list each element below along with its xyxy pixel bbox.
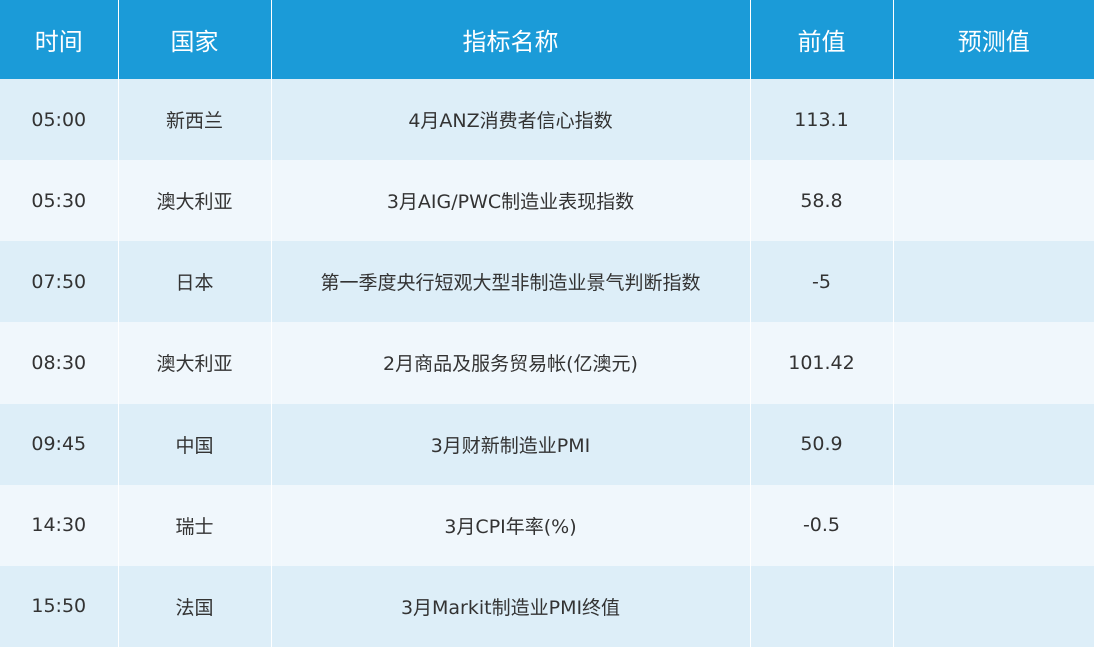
cell-forecast <box>892 241 1094 323</box>
cell-previous: 113.1 <box>749 79 893 161</box>
cell-indicator: 3月CPI年率(%) <box>270 484 750 566</box>
cell-time: 15:50 <box>0 565 118 647</box>
table-row: 14:30 瑞士 3月CPI年率(%) -0.5 <box>0 484 1094 566</box>
cell-country: 瑞士 <box>117 484 271 566</box>
cell-previous <box>749 565 893 647</box>
header-country: 国家 <box>117 0 271 79</box>
cell-time: 05:30 <box>0 160 118 242</box>
cell-indicator: 2月商品及服务贸易帐(亿澳元) <box>270 322 750 404</box>
cell-indicator: 第一季度央行短观大型非制造业景气判断指数 <box>270 241 750 323</box>
cell-forecast <box>892 79 1094 161</box>
cell-forecast <box>892 160 1094 242</box>
cell-indicator: 4月ANZ消费者信心指数 <box>270 79 750 161</box>
cell-country: 新西兰 <box>117 79 271 161</box>
table-row: 15:50 法国 3月Markit制造业PMI终值 <box>0 565 1094 647</box>
header-time: 时间 <box>0 0 118 79</box>
cell-previous: -5 <box>749 241 893 323</box>
table-row: 05:30 澳大利亚 3月AIG/PWC制造业表现指数 58.8 <box>0 160 1094 242</box>
cell-previous: 101.42 <box>749 322 893 404</box>
header-previous-value: 前值 <box>749 0 893 79</box>
cell-forecast <box>892 565 1094 647</box>
cell-time: 09:45 <box>0 403 118 485</box>
cell-country: 法国 <box>117 565 271 647</box>
table-row: 09:45 中国 3月财新制造业PMI 50.9 <box>0 403 1094 485</box>
header-indicator-name: 指标名称 <box>270 0 750 79</box>
cell-previous: -0.5 <box>749 484 893 566</box>
cell-time: 08:30 <box>0 322 118 404</box>
cell-indicator: 3月AIG/PWC制造业表现指数 <box>270 160 750 242</box>
table-row: 08:30 澳大利亚 2月商品及服务贸易帐(亿澳元) 101.42 <box>0 322 1094 404</box>
cell-time: 05:00 <box>0 79 118 161</box>
cell-indicator: 3月财新制造业PMI <box>270 403 750 485</box>
header-forecast-value: 预测值 <box>892 0 1094 79</box>
cell-time: 07:50 <box>0 241 118 323</box>
table-header-row: 时间 国家 指标名称 前值 预测值 <box>0 0 1094 79</box>
table-row: 05:00 新西兰 4月ANZ消费者信心指数 113.1 <box>0 79 1094 161</box>
economic-calendar-table: 时间 国家 指标名称 前值 预测值 05:00 新西兰 4月ANZ消费者信心指数… <box>0 0 1094 647</box>
cell-forecast <box>892 484 1094 566</box>
cell-country: 日本 <box>117 241 271 323</box>
cell-previous: 50.9 <box>749 403 893 485</box>
cell-previous: 58.8 <box>749 160 893 242</box>
cell-country: 中国 <box>117 403 271 485</box>
cell-forecast <box>892 403 1094 485</box>
cell-country: 澳大利亚 <box>117 322 271 404</box>
table-row: 07:50 日本 第一季度央行短观大型非制造业景气判断指数 -5 <box>0 241 1094 323</box>
cell-time: 14:30 <box>0 484 118 566</box>
cell-forecast <box>892 322 1094 404</box>
cell-indicator: 3月Markit制造业PMI终值 <box>270 565 750 647</box>
cell-country: 澳大利亚 <box>117 160 271 242</box>
